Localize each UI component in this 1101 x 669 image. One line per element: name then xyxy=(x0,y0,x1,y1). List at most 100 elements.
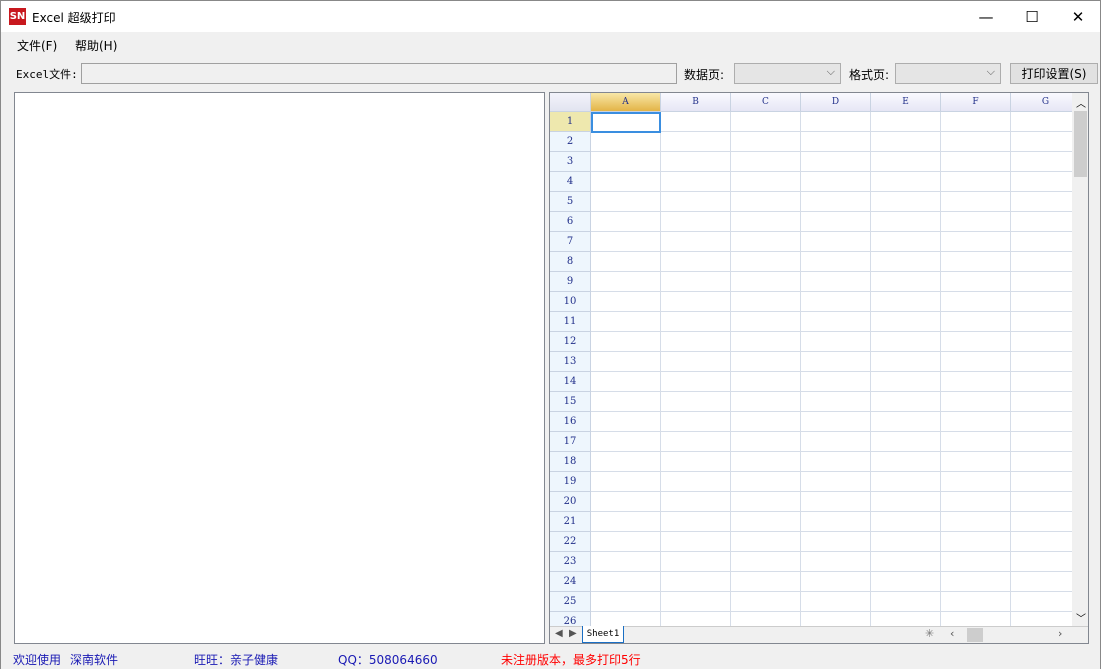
chevron-up-icon[interactable]: ︿ xyxy=(1076,95,1086,110)
grid-cell[interactable] xyxy=(941,232,1011,252)
grid-cell[interactable] xyxy=(661,552,731,572)
grid-cell[interactable] xyxy=(661,492,731,512)
grid-cell[interactable] xyxy=(941,372,1011,392)
format-sheet-select[interactable]: ⌵ xyxy=(895,63,1001,84)
grid-cell[interactable] xyxy=(1011,452,1081,472)
grid-cell[interactable] xyxy=(871,532,941,552)
spreadsheet-grid[interactable]: ABCDEFG 1 2 3 4 5 6 7 8 9 10 11 12 13 14 15 16 17 18 19 20 2… xyxy=(549,92,1089,644)
row-header[interactable]: 14 xyxy=(550,372,591,392)
grid-cell[interactable] xyxy=(871,512,941,532)
grid-cell[interactable] xyxy=(661,172,731,192)
row-header[interactable]: 2 xyxy=(550,132,591,152)
grid-cell[interactable] xyxy=(591,572,661,592)
chevron-down-icon[interactable]: ﹀ xyxy=(1076,610,1086,625)
grid-cell[interactable] xyxy=(871,212,941,232)
grid-cell[interactable] xyxy=(661,232,731,252)
grid-cell[interactable] xyxy=(661,412,731,432)
grid-cell[interactable] xyxy=(731,272,801,292)
grid-cell[interactable] xyxy=(591,192,661,212)
grid-cell[interactable] xyxy=(661,512,731,532)
grid-cell[interactable] xyxy=(941,132,1011,152)
row-header[interactable]: 25 xyxy=(550,592,591,612)
grid-cell[interactable] xyxy=(871,132,941,152)
grid-cell[interactable] xyxy=(1011,112,1081,132)
vertical-scrollbar[interactable]: ︿ ﹀ xyxy=(1072,93,1088,626)
grid-cell[interactable] xyxy=(661,532,731,552)
grid-cell[interactable] xyxy=(871,252,941,272)
grid-cell[interactable] xyxy=(941,452,1011,472)
grid-cell[interactable] xyxy=(1011,392,1081,412)
grid-cell[interactable] xyxy=(871,292,941,312)
grid-cell[interactable] xyxy=(661,192,731,212)
row-header[interactable]: 6 xyxy=(550,212,591,232)
grid-cell[interactable] xyxy=(941,532,1011,552)
grid-cell[interactable] xyxy=(871,592,941,612)
grid-cell[interactable] xyxy=(661,312,731,332)
grid-cell[interactable] xyxy=(941,512,1011,532)
grid-cell[interactable] xyxy=(801,212,871,232)
grid-cell[interactable] xyxy=(661,272,731,292)
sheet-tab[interactable]: Sheet1 xyxy=(582,626,624,643)
column-header[interactable]: C xyxy=(731,93,801,112)
grid-cell[interactable] xyxy=(731,492,801,512)
grid-cell[interactable] xyxy=(731,152,801,172)
grid-cell[interactable] xyxy=(731,472,801,492)
grid-cell[interactable] xyxy=(801,112,871,132)
grid-cell[interactable] xyxy=(591,332,661,352)
row-header[interactable]: 21 xyxy=(550,512,591,532)
grid-cell[interactable] xyxy=(801,372,871,392)
grid-cell[interactable] xyxy=(661,452,731,472)
column-header[interactable]: F xyxy=(941,93,1011,112)
grid-cell[interactable] xyxy=(941,292,1011,312)
grid-cell[interactable] xyxy=(731,552,801,572)
grid-cell[interactable] xyxy=(871,152,941,172)
grid-cell[interactable] xyxy=(1011,132,1081,152)
grid-cell[interactable] xyxy=(591,452,661,472)
grid-cell[interactable] xyxy=(801,292,871,312)
grid-cell[interactable] xyxy=(661,332,731,352)
grid-cell[interactable] xyxy=(731,332,801,352)
grid-cell[interactable] xyxy=(661,372,731,392)
grid-cell[interactable] xyxy=(1011,352,1081,372)
grid-cell[interactable] xyxy=(591,492,661,512)
menu-file[interactable]: 文件(F) xyxy=(17,37,57,54)
grid-cell[interactable] xyxy=(1011,412,1081,432)
grid-cell[interactable] xyxy=(661,472,731,492)
grid-cell[interactable] xyxy=(661,592,731,612)
grid-cell[interactable] xyxy=(801,432,871,452)
grid-cell[interactable] xyxy=(591,512,661,532)
row-header[interactable]: 24 xyxy=(550,572,591,592)
row-header[interactable]: 4 xyxy=(550,172,591,192)
close-button[interactable]: ✕ xyxy=(1055,1,1101,32)
grid-cell[interactable] xyxy=(591,412,661,432)
grid-cell[interactable] xyxy=(871,352,941,372)
grid-cell[interactable] xyxy=(801,252,871,272)
grid-cell[interactable] xyxy=(801,132,871,152)
row-header[interactable]: 3 xyxy=(550,152,591,172)
grid-cell[interactable] xyxy=(871,172,941,192)
tab-prev-icon[interactable]: ◀ xyxy=(555,628,563,639)
grid-cell[interactable] xyxy=(871,432,941,452)
grid-cell[interactable] xyxy=(1011,532,1081,552)
grid-cell[interactable] xyxy=(801,492,871,512)
grid-cell[interactable] xyxy=(591,392,661,412)
grid-cell[interactable] xyxy=(801,352,871,372)
grid-cell[interactable] xyxy=(591,172,661,192)
grid-cell[interactable] xyxy=(731,112,801,132)
grid-cell[interactable] xyxy=(941,312,1011,332)
grid-cell[interactable] xyxy=(1011,372,1081,392)
row-header[interactable]: 9 xyxy=(550,272,591,292)
grid-cell[interactable] xyxy=(941,172,1011,192)
grid-cell[interactable] xyxy=(941,192,1011,212)
grid-cell[interactable] xyxy=(801,592,871,612)
grid-cell[interactable] xyxy=(871,192,941,212)
grid-cell[interactable] xyxy=(871,312,941,332)
row-header[interactable]: 7 xyxy=(550,232,591,252)
grid-cell[interactable] xyxy=(731,232,801,252)
column-header[interactable]: A xyxy=(591,93,661,112)
grid-cell[interactable] xyxy=(661,132,731,152)
chevron-right-icon[interactable]: › xyxy=(1058,627,1062,640)
grid-cell[interactable] xyxy=(801,152,871,172)
grid-cell[interactable] xyxy=(1011,272,1081,292)
grid-cell[interactable] xyxy=(801,552,871,572)
